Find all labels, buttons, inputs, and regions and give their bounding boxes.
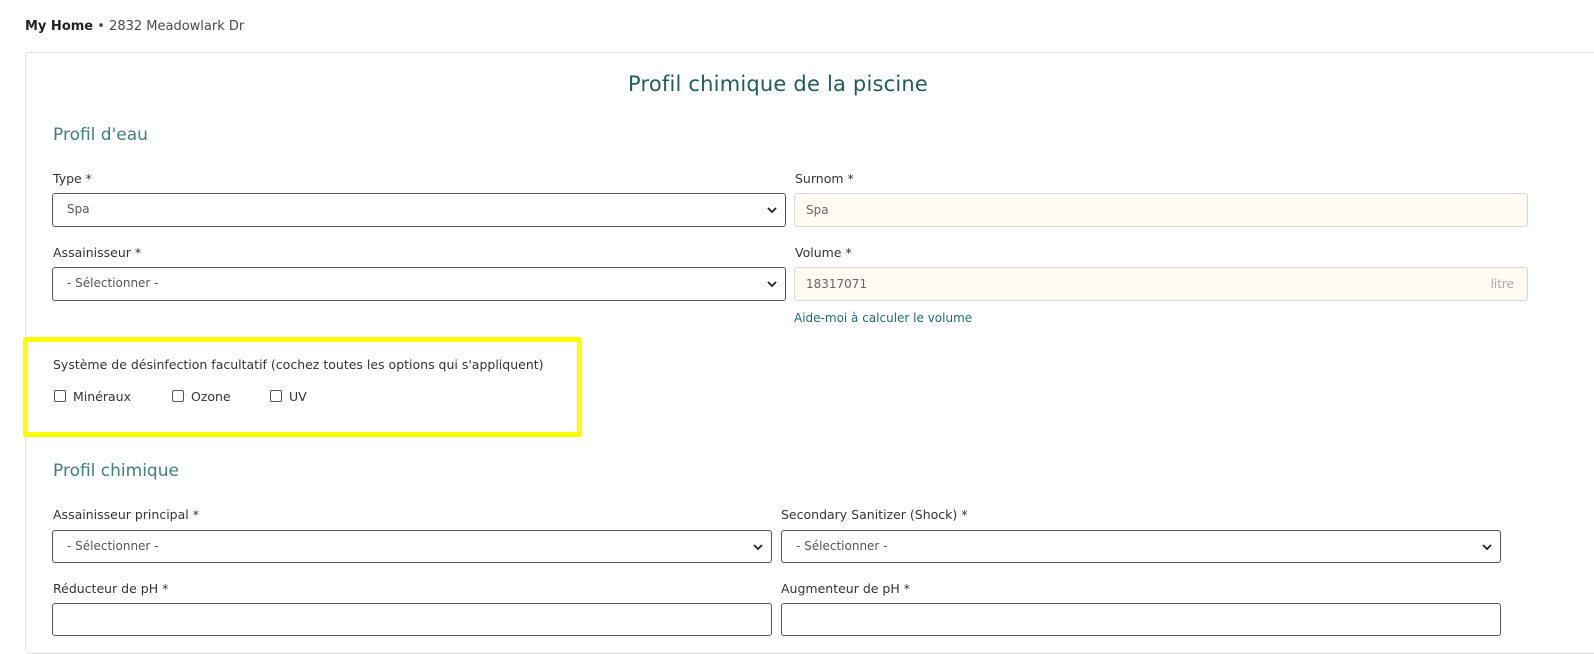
water-profile-title: Profil d'eau xyxy=(53,125,148,145)
chevron-down-icon xyxy=(753,544,763,551)
volume-help-link[interactable]: Aide-moi à calculer le volume xyxy=(794,311,972,325)
type-select-value: Spa xyxy=(67,202,90,216)
optional-disinfection-label: Système de désinfection facultatif (coch… xyxy=(53,357,544,372)
checkbox-uv-label: UV xyxy=(289,388,307,404)
chevron-down-icon xyxy=(767,207,777,214)
secondary-sanitizer-label: Secondary Sanitizer (Shock) * xyxy=(781,507,968,522)
volume-input[interactable]: 18317071 litre xyxy=(794,267,1528,301)
page-title: Profil chimique de la piscine xyxy=(627,72,929,96)
nickname-label: Surnom * xyxy=(795,171,854,186)
volume-label: Volume * xyxy=(795,245,852,260)
ph-increaser-label: Augmenteur de pH * xyxy=(781,581,910,596)
breadcrumb-separator: • xyxy=(93,19,110,34)
volume-unit: litre xyxy=(1490,277,1514,291)
checkbox-box[interactable] xyxy=(54,390,66,402)
main-sanitizer-label: Assainisseur principal * xyxy=(53,507,199,522)
checkbox-box[interactable] xyxy=(172,390,184,402)
secondary-sanitizer-select-value: - Sélectionner - xyxy=(796,539,888,553)
nickname-input-value: Spa xyxy=(806,203,829,217)
checkbox-uv[interactable]: UV xyxy=(270,388,307,404)
main-sanitizer-select[interactable]: - Sélectionner - xyxy=(52,530,772,563)
type-label: Type * xyxy=(53,171,92,186)
sanitizer-select-value: - Sélectionner - xyxy=(67,276,159,290)
chevron-down-icon xyxy=(1482,544,1492,551)
main-sanitizer-select-value: - Sélectionner - xyxy=(67,539,159,553)
sanitizer-select[interactable]: - Sélectionner - xyxy=(52,267,786,301)
chevron-down-icon xyxy=(767,281,777,288)
nickname-input[interactable]: Spa xyxy=(794,193,1528,227)
breadcrumb-home[interactable]: My Home xyxy=(25,19,93,34)
volume-input-value: 18317071 xyxy=(806,277,868,291)
checkbox-minerals[interactable]: Minéraux xyxy=(54,388,131,404)
checkbox-minerals-label: Minéraux xyxy=(73,388,131,404)
highlight-box xyxy=(23,337,582,437)
type-select[interactable]: Spa xyxy=(52,193,786,227)
checkbox-ozone[interactable]: Ozone xyxy=(172,388,231,404)
checkbox-box[interactable] xyxy=(270,390,282,402)
secondary-sanitizer-select[interactable]: - Sélectionner - xyxy=(781,530,1501,563)
sanitizer-label: Assainisseur * xyxy=(53,245,142,260)
checkbox-ozone-label: Ozone xyxy=(191,388,231,404)
breadcrumb-address: 2832 Meadowlark Dr xyxy=(109,19,245,34)
chemical-profile-title: Profil chimique xyxy=(53,461,179,481)
breadcrumb: My Home • 2832 Meadowlark Dr xyxy=(25,19,244,34)
ph-reducer-label: Réducteur de pH * xyxy=(53,581,169,596)
